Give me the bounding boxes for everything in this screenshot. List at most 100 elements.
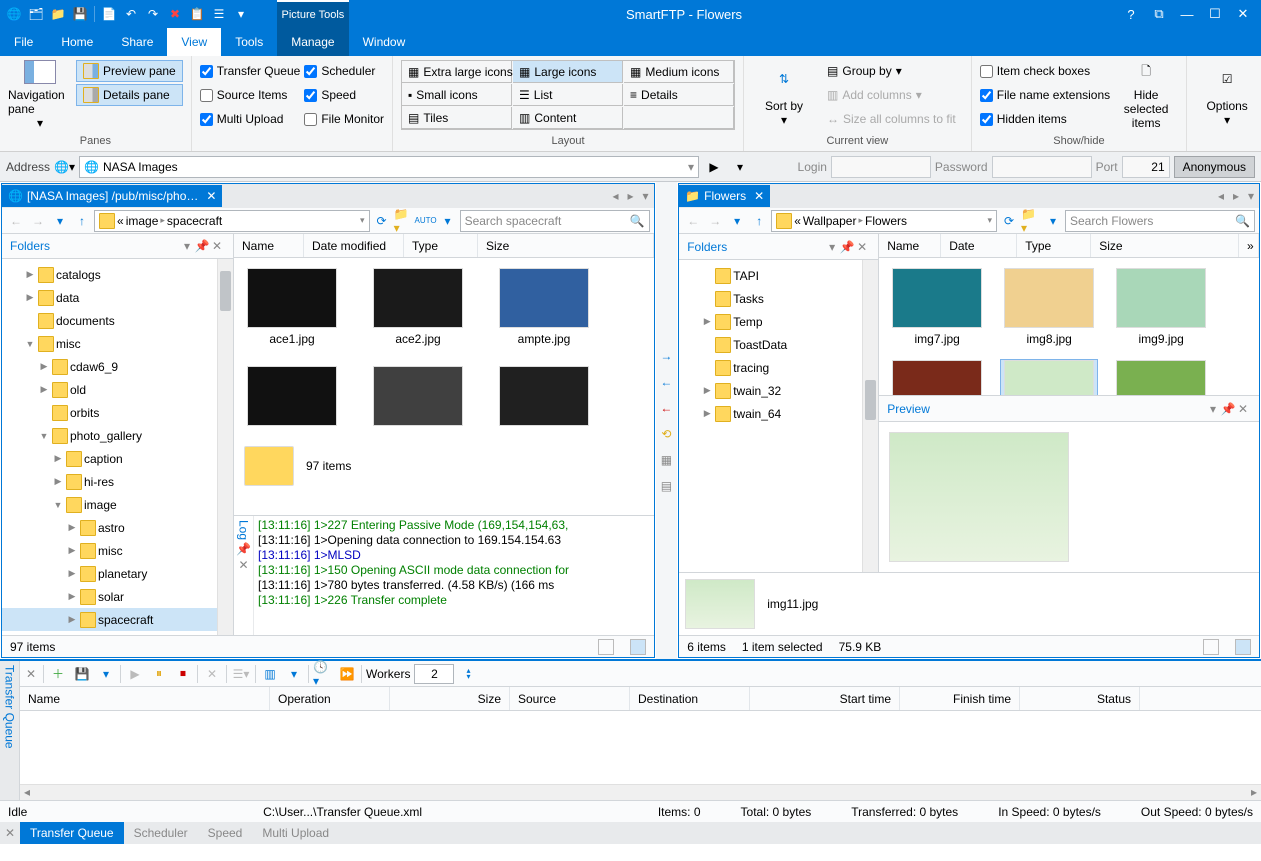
file-extensions-checkbox[interactable]: File name extensions: [980, 84, 1110, 106]
group-by-button[interactable]: ▤Group by▾: [820, 60, 963, 82]
menu-share[interactable]: Share: [107, 28, 167, 56]
expand-icon[interactable]: ▼: [24, 339, 36, 349]
tree-item[interactable]: ▶cdaw6_9: [2, 355, 217, 378]
right-breadcrumb[interactable]: « Wallpaper ▸ Flowers ▾: [771, 210, 997, 232]
tab-speed[interactable]: Speed: [198, 822, 253, 844]
add-icon[interactable]: ＋: [48, 664, 68, 684]
left-search[interactable]: Search spacecraft 🔍: [460, 210, 650, 232]
left-breadcrumb[interactable]: « image ▸ spacecraft ▾: [94, 210, 370, 232]
tree-item[interactable]: ▶solar: [2, 585, 217, 608]
file-item[interactable]: [370, 366, 466, 426]
select-rows-icon[interactable]: ☰: [209, 4, 229, 24]
sync-icon[interactable]: ⟲: [657, 425, 675, 443]
file-item[interactable]: ace1.jpg: [244, 268, 340, 346]
address-input[interactable]: 🌐 NASA Images ▾: [79, 156, 699, 178]
refresh-button[interactable]: ⟳: [999, 211, 1019, 231]
delete-icon[interactable]: ✖: [165, 4, 185, 24]
view-details-icon[interactable]: [1203, 639, 1219, 655]
expand-icon[interactable]: ▶: [701, 408, 713, 419]
tree-item[interactable]: ▼photo_gallery: [2, 424, 217, 447]
file-item[interactable]: [496, 366, 592, 426]
workers-input[interactable]: [414, 664, 454, 684]
up-button[interactable]: ↑: [749, 211, 769, 231]
file-item[interactable]: img8.jpg: [1001, 268, 1097, 346]
file-item[interactable]: ampte.jpg: [496, 268, 592, 346]
options-icon[interactable]: ▤: [657, 477, 675, 495]
menu-view[interactable]: View: [167, 28, 221, 56]
tree-item[interactable]: ▶Temp: [679, 310, 862, 333]
col-date[interactable]: Date modified: [304, 234, 404, 257]
pin-icon[interactable]: 📌: [840, 240, 854, 254]
transfer-right-icon[interactable]: →: [657, 347, 675, 365]
folder-icon[interactable]: 📁: [48, 4, 68, 24]
file-item[interactable]: ace2.jpg: [370, 268, 466, 346]
tab-menu-icon[interactable]: ▾: [1244, 189, 1258, 203]
tree-item[interactable]: ▶astro: [2, 516, 217, 539]
tab-scheduler[interactable]: Scheduler: [124, 822, 198, 844]
file-item[interactable]: img9.jpg: [1113, 268, 1209, 346]
expand-icon[interactable]: ▶: [66, 568, 78, 579]
tree-item[interactable]: ▶spacecraft: [2, 608, 217, 631]
expand-icon[interactable]: ▶: [66, 545, 78, 556]
password-input[interactable]: [992, 156, 1092, 178]
layout-extra-large[interactable]: ▦Extra large icons: [402, 61, 512, 83]
tree-item[interactable]: ▶planetary: [2, 562, 217, 585]
tq-col[interactable]: Operation: [270, 687, 390, 710]
col-name[interactable]: Name: [879, 234, 941, 257]
layout-list[interactable]: ☰List: [513, 84, 623, 106]
col-size[interactable]: Size: [1091, 234, 1239, 257]
menu-home[interactable]: Home: [47, 28, 107, 56]
help-button[interactable]: ?: [1117, 0, 1145, 28]
left-file-grid[interactable]: ace1.jpgace2.jpgampte.jpg97 items: [234, 258, 654, 515]
tree-item[interactable]: ▼misc: [2, 332, 217, 355]
stepper-icon[interactable]: ▴▾: [458, 664, 478, 684]
col-more[interactable]: »: [1239, 234, 1259, 257]
tq-col[interactable]: Finish time: [900, 687, 1020, 710]
up-button[interactable]: ↑: [72, 211, 92, 231]
pin-icon[interactable]: 📌: [236, 542, 251, 556]
tab-prev-icon[interactable]: ◂: [609, 189, 623, 203]
tree-item[interactable]: ▶old: [2, 378, 217, 401]
multi-upload-checkbox[interactable]: Multi Upload: [200, 108, 301, 130]
tree-item[interactable]: Tasks: [679, 287, 862, 310]
expand-icon[interactable]: ▶: [24, 292, 36, 303]
layout-details[interactable]: ≡Details: [624, 84, 734, 106]
transfer-rows[interactable]: [20, 711, 1261, 784]
expand-icon[interactable]: ▶: [66, 614, 78, 625]
tq-col[interactable]: Status: [1020, 687, 1140, 710]
expand-icon[interactable]: ▶: [24, 269, 36, 280]
panel-menu-icon[interactable]: ▾: [180, 239, 194, 253]
expand-icon[interactable]: ▶: [52, 476, 64, 487]
globe-icon[interactable]: 🌐: [4, 4, 24, 24]
menu-file[interactable]: File: [0, 28, 47, 56]
tree-item[interactable]: ▶catalogs: [2, 263, 217, 286]
expand-icon[interactable]: ▶: [66, 522, 78, 533]
right-file-grid[interactable]: img7.jpgimg8.jpgimg9.jpgimg10.jpgimg11.j…: [879, 258, 1259, 395]
tab-multi-upload[interactable]: Multi Upload: [252, 822, 339, 844]
folder-pair-icon[interactable]: 🗂: [26, 4, 46, 24]
refresh-button[interactable]: ⟳: [372, 211, 392, 231]
tq-col[interactable]: Name: [20, 687, 270, 710]
port-input[interactable]: [1122, 156, 1170, 178]
panel-menu-icon[interactable]: ▾: [1206, 402, 1220, 416]
columns-dropdown[interactable]: ▾: [284, 664, 304, 684]
expand-icon[interactable]: ▶: [38, 384, 50, 395]
view-icons-icon[interactable]: [1235, 639, 1251, 655]
col-date[interactable]: Date: [941, 234, 1017, 257]
restore-up-button[interactable]: ⧉: [1145, 0, 1173, 28]
save-icon[interactable]: 💾: [70, 4, 90, 24]
folder-menu-icon[interactable]: 📁▾: [1021, 211, 1041, 231]
expand-icon[interactable]: ▶: [38, 361, 50, 372]
save-dropdown[interactable]: ▾: [96, 664, 116, 684]
tree-item[interactable]: ▶twain_32: [679, 379, 862, 402]
pin-icon[interactable]: 📌: [195, 239, 209, 253]
pin-icon[interactable]: 📌: [1221, 402, 1235, 416]
left-tree[interactable]: ▶catalogs▶datadocuments▼misc▶cdaw6_9▶old…: [2, 259, 217, 635]
close-icon[interactable]: ✕: [855, 240, 869, 254]
minimize-button[interactable]: —: [1173, 0, 1201, 28]
file-item[interactable]: [244, 366, 340, 426]
menu-manage[interactable]: Picture Tools Manage: [277, 28, 348, 56]
col-name[interactable]: Name: [234, 234, 304, 257]
scrollbar[interactable]: [862, 260, 878, 572]
right-tab[interactable]: 📁 Flowers ✕: [679, 185, 770, 207]
